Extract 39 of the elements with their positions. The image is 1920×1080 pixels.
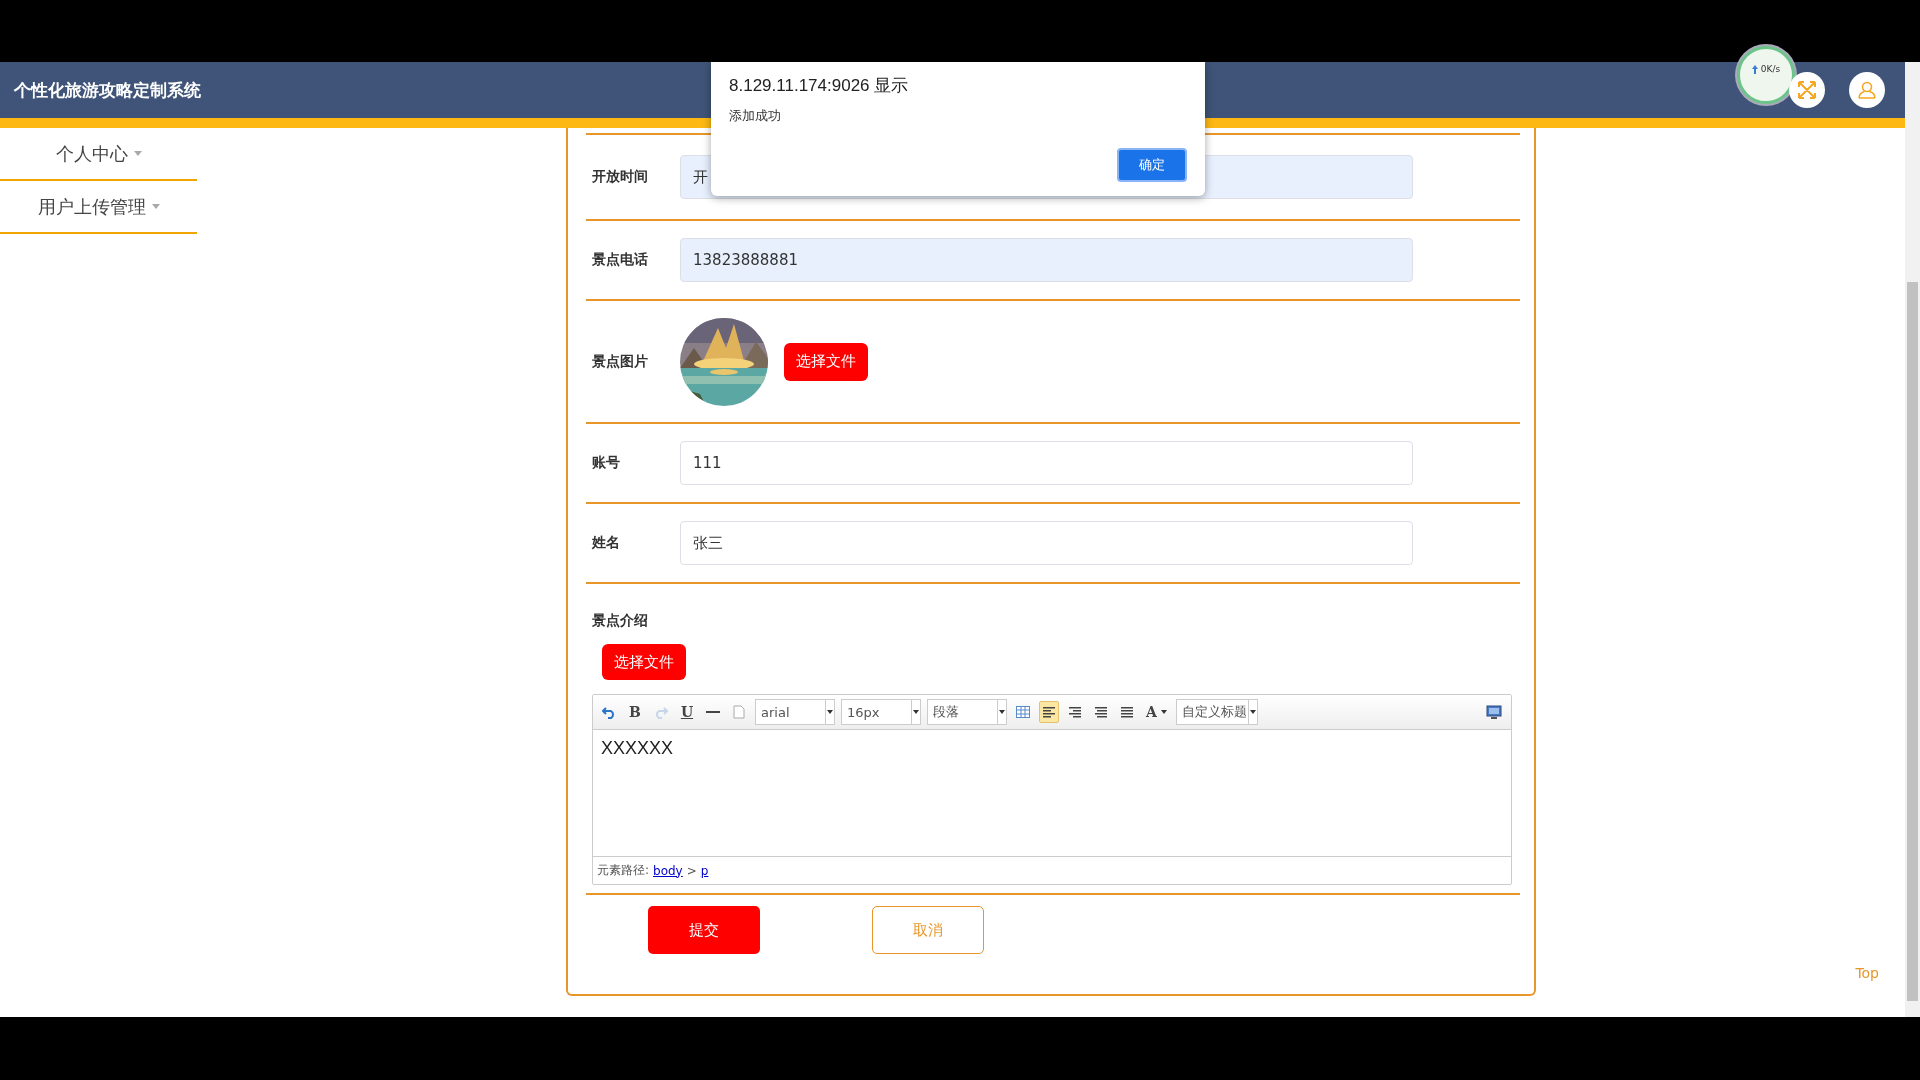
rich-text-editor[interactable]: B U arial 16px 段落 A 自定义标题 XXXXXX 元素路径: body > p	[592, 694, 1512, 885]
path-link[interactable]: p	[700, 863, 709, 878]
submit-button[interactable]: 提交	[648, 906, 760, 954]
font-select[interactable]: arial	[755, 699, 835, 725]
align-left-icon[interactable]	[1039, 701, 1059, 723]
paragraph-select[interactable]: 段落	[927, 699, 1007, 725]
network-speed-widget[interactable]: 0K/s	[1737, 46, 1795, 104]
fullscreen-icon[interactable]	[1789, 72, 1825, 108]
app-title: 个性化旅游攻略定制系统	[14, 78, 201, 102]
sidebar-item[interactable]: 个人中心	[0, 128, 197, 181]
dialog-title: 8.129.11.174:9026 显示	[729, 75, 910, 97]
editor-text: XXXXXX	[601, 738, 674, 758]
field-label: 景点图片	[591, 352, 649, 371]
field-label: 景点介绍	[592, 612, 649, 630]
upload-arrow-icon	[1751, 64, 1758, 74]
dialog-message: 添加成功	[729, 107, 782, 125]
underline-button[interactable]: U	[677, 701, 697, 723]
choose-file-button[interactable]: 选择文件	[602, 644, 686, 680]
bold-button[interactable]: B	[625, 701, 645, 723]
input-field[interactable]: 13823888881	[680, 238, 1413, 282]
heading-select[interactable]: 自定义标题	[1175, 699, 1258, 725]
field-label: 景点电话	[591, 251, 649, 269]
choose-file-button[interactable]: 选择文件	[784, 342, 868, 381]
speed-text: 0K/s	[1760, 64, 1781, 74]
input-field[interactable]: 张三	[680, 521, 1413, 565]
user-icon[interactable]	[1849, 72, 1885, 108]
font-size-select[interactable]: 16px	[841, 699, 921, 725]
path-separator: >	[686, 863, 697, 878]
scrollbar-thumb[interactable]	[1907, 282, 1918, 1001]
field-label: 姓名	[591, 534, 621, 552]
font-color-button[interactable]: A	[1143, 701, 1170, 723]
path-link[interactable]: body	[653, 863, 683, 878]
input-field[interactable]: 111	[680, 441, 1413, 485]
field-label: 开放时间	[591, 168, 649, 186]
field-label: 账号	[591, 454, 621, 472]
scrollbar[interactable]	[1905, 62, 1920, 1017]
sidebar-item[interactable]: 用户上传管理	[0, 181, 197, 234]
element-path-label: 元素路径:	[597, 862, 650, 879]
ok-button[interactable]: 确定	[1117, 148, 1187, 182]
